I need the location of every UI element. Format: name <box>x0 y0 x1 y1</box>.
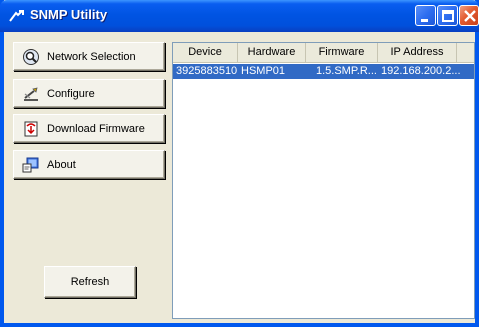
minimize-button[interactable] <box>415 5 436 26</box>
device-list-header: Device Hardware Firmware IP Address <box>173 43 474 63</box>
table-row[interactable]: 3925883510 HSMP01 1.5.SMP.R... 192.168.2… <box>173 64 474 79</box>
ip-address-cell: 192.168.200.2... <box>381 65 461 77</box>
column-header-ip-address[interactable]: IP Address <box>378 43 457 62</box>
close-icon <box>464 10 476 22</box>
device-cell: 3925883510 <box>176 65 238 77</box>
minimize-icon <box>421 19 428 22</box>
network-search-icon <box>23 49 39 65</box>
network-selection-label: Network Selection <box>47 51 136 63</box>
download-firmware-button[interactable]: Download Firmware <box>13 114 165 143</box>
about-label: About <box>47 159 76 171</box>
configure-button[interactable]: Configure <box>13 79 165 108</box>
configure-label: Configure <box>47 88 95 100</box>
about-icon <box>22 157 39 173</box>
close-button[interactable] <box>459 5 479 26</box>
column-header-firmware[interactable]: Firmware <box>306 43 378 62</box>
about-button[interactable]: About <box>13 150 165 179</box>
firmware-cell: 1.5.SMP.R... <box>316 65 377 77</box>
column-header-hardware[interactable]: Hardware <box>238 43 306 62</box>
configure-icon <box>24 87 38 101</box>
column-header-device[interactable]: Device <box>173 43 238 62</box>
download-firmware-icon <box>24 121 38 137</box>
refresh-button[interactable]: Refresh <box>44 266 136 298</box>
snmp-utility-window: SNMP Utility Network Selection Configure <box>0 0 479 327</box>
maximize-icon <box>442 10 454 22</box>
device-list[interactable]: Device Hardware Firmware IP Address 3925… <box>172 42 475 319</box>
hardware-cell: HSMP01 <box>241 65 286 77</box>
maximize-button[interactable] <box>437 5 458 26</box>
window-title: SNMP Utility <box>30 7 108 22</box>
network-selection-button[interactable]: Network Selection <box>13 42 165 71</box>
title-bar[interactable]: SNMP Utility <box>0 0 479 32</box>
app-icon <box>9 10 24 22</box>
download-firmware-label: Download Firmware <box>47 123 145 135</box>
